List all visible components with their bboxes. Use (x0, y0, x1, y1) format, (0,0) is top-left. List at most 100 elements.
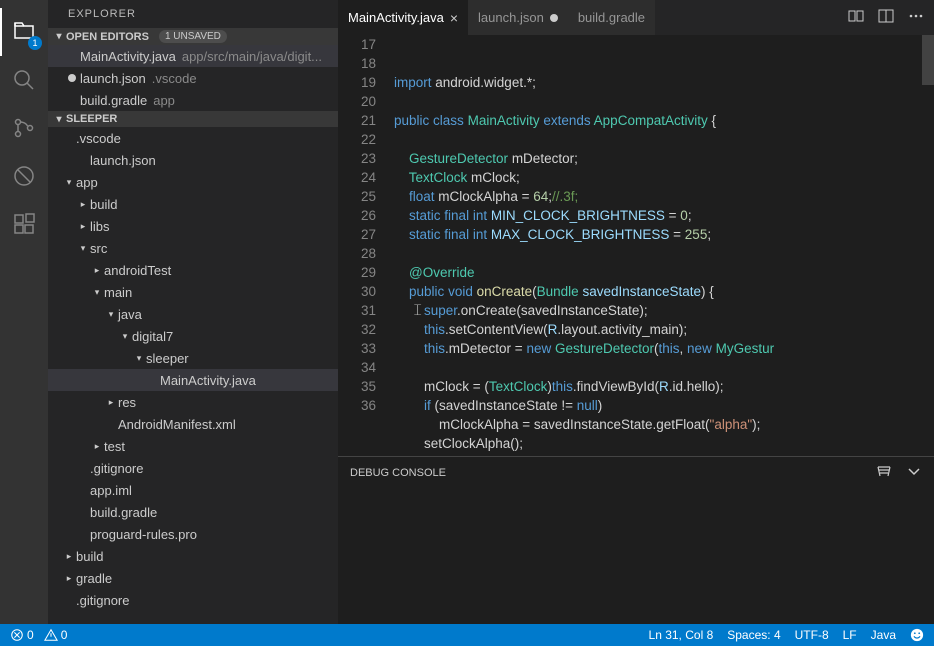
tree-item[interactable]: ▾java (48, 303, 338, 325)
tree-item[interactable]: ▾main (48, 281, 338, 303)
chevron-right-icon: ▸ (104, 397, 118, 408)
tree-item[interactable]: ▸libs (48, 215, 338, 237)
tree-item[interactable]: ▾src (48, 237, 338, 259)
tab-label: launch.json (478, 10, 544, 25)
feedback-icon[interactable] (910, 628, 924, 642)
code-line: import android.widget.*; (394, 73, 934, 92)
text-cursor-icon: 𝙸 (412, 301, 423, 320)
tree-label: res (118, 395, 136, 410)
line-number: 28 (338, 244, 376, 263)
tree-item[interactable]: launch.json (48, 149, 338, 171)
tree-label: java (118, 307, 142, 322)
file-path: .vscode (152, 71, 197, 86)
extensions-icon[interactable] (0, 200, 48, 248)
line-number: 31 (338, 301, 376, 320)
tree-item[interactable]: ▾sleeper (48, 347, 338, 369)
tree-label: libs (90, 219, 110, 234)
source-control-icon[interactable] (0, 104, 48, 152)
tab-label: build.gradle (578, 10, 645, 25)
tree-item[interactable]: ▸gradle (48, 567, 338, 589)
compare-icon[interactable] (848, 8, 864, 27)
tree-label: main (104, 285, 132, 300)
code-line (394, 130, 934, 149)
line-number: 24 (338, 168, 376, 187)
clear-console-icon[interactable] (876, 463, 892, 482)
close-icon[interactable]: × (450, 10, 458, 26)
line-number: 26 (338, 206, 376, 225)
tree-label: sleeper (146, 351, 189, 366)
status-indentation[interactable]: Spaces: 4 (727, 628, 780, 642)
status-language[interactable]: Java (871, 628, 896, 642)
project-header[interactable]: ▾ SLEEPER (48, 111, 338, 127)
status-bar: 0 0 Ln 31, Col 8 Spaces: 4 UTF-8 LF Java (0, 624, 934, 646)
debug-console-body[interactable] (338, 488, 934, 624)
tree-label: launch.json (90, 153, 156, 168)
explorer-icon[interactable]: 1 (0, 8, 48, 56)
sidebar-title: EXPLORER (48, 0, 338, 28)
split-editor-icon[interactable] (878, 8, 894, 27)
code-line: mClock = (TextClock)this.findViewById(R.… (394, 377, 934, 396)
tree-item[interactable]: .gitignore (48, 589, 338, 611)
tree-label: .gitignore (90, 461, 143, 476)
chevron-down-icon: ▾ (52, 114, 66, 125)
chevron-down-icon[interactable] (906, 463, 922, 482)
unsaved-badge: 1 UNSAVED (159, 30, 227, 43)
tree-item[interactable]: .vscode (48, 127, 338, 149)
tree-item[interactable]: ▾digital7 (48, 325, 338, 347)
search-icon[interactable] (0, 56, 48, 104)
more-icon[interactable] (908, 8, 924, 27)
chevron-down-icon: ▾ (52, 31, 66, 42)
open-editor-item[interactable]: build.gradleapp (48, 89, 338, 111)
tree-label: MainActivity.java (160, 373, 256, 388)
tree-label: build (90, 197, 117, 212)
file-label: launch.json (80, 71, 146, 86)
tree-item[interactable]: build.gradle (48, 501, 338, 523)
tree-item[interactable]: ▸build (48, 545, 338, 567)
status-cursor-position[interactable]: Ln 31, Col 8 (649, 628, 714, 642)
status-errors[interactable]: 0 (10, 628, 34, 642)
code-line: static final int MAX_CLOCK_BRIGHTNESS = … (394, 225, 934, 244)
chevron-right-icon: ▸ (76, 221, 90, 232)
chevron-down-icon: ▾ (104, 309, 118, 320)
status-encoding[interactable]: UTF-8 (795, 628, 829, 642)
dirty-indicator-icon (550, 14, 558, 22)
editor-tab[interactable]: MainActivity.java× (338, 0, 468, 35)
tree-item[interactable]: MainActivity.java (48, 369, 338, 391)
code-editor[interactable]: 1718192021222324252627282930313233343536… (338, 35, 934, 456)
tree-label: src (90, 241, 107, 256)
tree-item[interactable]: proguard-rules.pro (48, 523, 338, 545)
tree-item[interactable]: .gitignore (48, 457, 338, 479)
status-warnings[interactable]: 0 (44, 628, 68, 642)
tree-item[interactable]: ▸androidTest (48, 259, 338, 281)
status-eol[interactable]: LF (843, 628, 857, 642)
code-line (394, 358, 934, 377)
chevron-down-icon: ▾ (132, 353, 146, 364)
tree-label: androidTest (104, 263, 171, 278)
tree-item[interactable]: app.iml (48, 479, 338, 501)
open-editor-item[interactable]: launch.json .vscode (48, 67, 338, 89)
open-editors-label: OPEN EDITORS (66, 31, 149, 43)
line-number: 33 (338, 339, 376, 358)
tree-label: .vscode (76, 131, 121, 146)
chevron-down-icon: ▾ (62, 177, 76, 188)
line-number: 35 (338, 377, 376, 396)
explorer-badge: 1 (28, 36, 42, 50)
tree-item[interactable]: ▸test (48, 435, 338, 457)
tree-item[interactable]: AndroidManifest.xml (48, 413, 338, 435)
tree-item[interactable]: ▾app (48, 171, 338, 193)
minimap[interactable] (922, 35, 934, 85)
code-line: setClockAlpha(); (394, 434, 934, 453)
file-label: build.gradle (80, 93, 147, 108)
debug-icon[interactable] (0, 152, 48, 200)
tree-label: app (76, 175, 98, 190)
dirty-indicator-icon (68, 74, 76, 82)
editor-tab[interactable]: launch.json (468, 0, 568, 35)
tree-label: proguard-rules.pro (90, 527, 197, 542)
line-number: 18 (338, 54, 376, 73)
editor-tab[interactable]: build.gradle (568, 0, 655, 35)
tree-item[interactable]: ▸res (48, 391, 338, 413)
tree-item[interactable]: ▸build (48, 193, 338, 215)
open-editor-item[interactable]: MainActivity.javaapp/src/main/java/digit… (48, 45, 338, 67)
code-content[interactable]: import android.widget.*; public class Ma… (394, 35, 934, 456)
open-editors-header[interactable]: ▾ OPEN EDITORS 1 UNSAVED (48, 28, 338, 45)
